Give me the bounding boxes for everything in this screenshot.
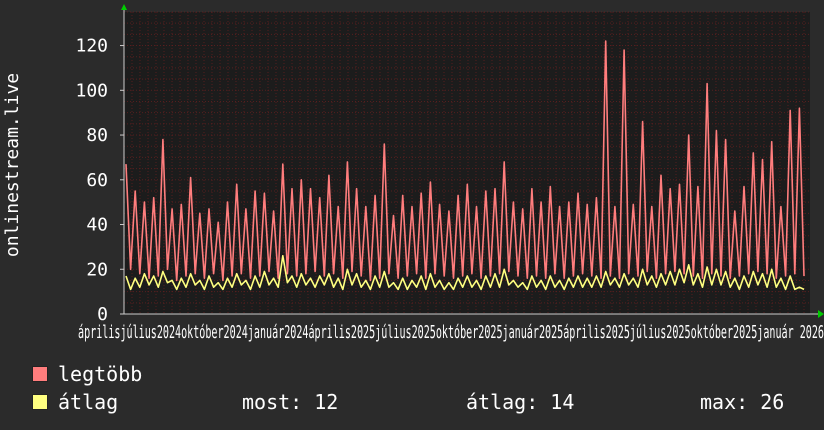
- chart-svg: 020406080100120onlinestream.liveáprilisj…: [2, 4, 824, 343]
- stat-now: most: 12: [242, 390, 339, 414]
- y-tick-label: 20: [86, 259, 108, 280]
- y-tick-label: 100: [75, 80, 108, 101]
- y-tick-label: 120: [75, 36, 108, 57]
- stat-avg: átlag: 14: [466, 390, 575, 414]
- x-tick-labels: áprilisjúlius2024október2024január2024áp…: [78, 322, 824, 343]
- legend-swatch-max: [32, 366, 48, 382]
- y-tick-label: 40: [86, 215, 108, 236]
- x-axis-arrow: [818, 310, 824, 318]
- y-axis-arrow: [121, 4, 127, 10]
- y-tick-label: 60: [86, 170, 108, 191]
- legend: legtöbb átlag most: 12 átlag: 14 max: 26: [32, 362, 812, 422]
- legend-label-max: legtöbb: [58, 362, 143, 386]
- legend-label-avg: átlag: [58, 390, 119, 414]
- chart-container: 0 20 40 60 80 100 120 onlinestream.live áprilisj…: [0, 0, 824, 430]
- y-axis-label: onlinestream.live: [2, 73, 23, 257]
- stat-max: max: 26: [700, 390, 785, 414]
- legend-swatch-avg: [32, 394, 48, 410]
- y-tick-label: 80: [86, 125, 108, 146]
